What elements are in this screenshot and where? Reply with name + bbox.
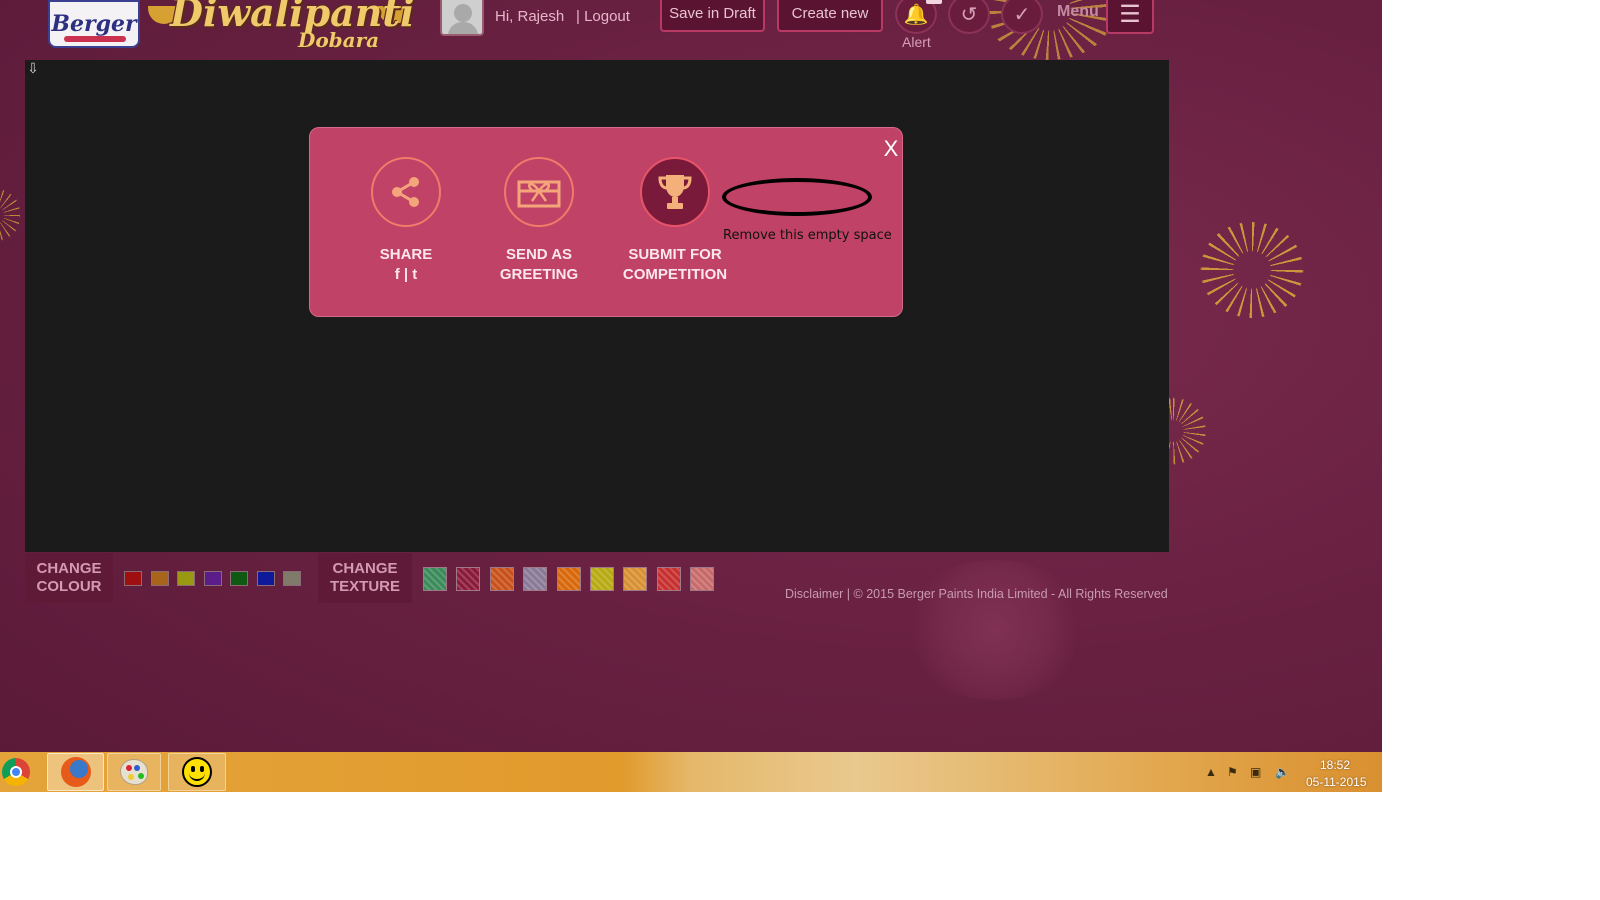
close-dialog-button[interactable]: X xyxy=(881,136,901,161)
submit-label-2: COMPETITION xyxy=(622,266,728,283)
texture-swatch[interactable] xyxy=(523,567,548,591)
logout-link[interactable]: | Logout xyxy=(576,8,630,25)
annotation-note: Remove this empty space xyxy=(723,228,892,243)
footer-disclaimer[interactable]: Disclaimer | © 2015 Berger Paints India … xyxy=(785,587,1168,601)
alert-button[interactable]: 🔔 xyxy=(895,0,937,34)
texture-swatch[interactable] xyxy=(456,567,481,591)
alert-badge xyxy=(926,0,942,4)
texture-swatch[interactable] xyxy=(556,567,581,591)
texture-swatch[interactable] xyxy=(489,567,514,591)
texture-swatch[interactable] xyxy=(423,567,447,591)
undo-icon: ↺ xyxy=(960,3,978,26)
berger-logo-text: Berger xyxy=(51,11,137,37)
check-icon: ✓ xyxy=(1013,3,1031,26)
network-icon[interactable]: ▣ xyxy=(1250,765,1261,779)
clock-time[interactable]: 18:52 xyxy=(1320,758,1350,772)
save-draft-button[interactable]: Save in Draft xyxy=(660,0,765,32)
user-greeting: Hi, Rajesh xyxy=(495,8,565,25)
colour-swatch[interactable] xyxy=(283,571,301,586)
change-colour-label-line1: CHANGE xyxy=(36,560,102,577)
user-avatar-icon[interactable] xyxy=(440,0,484,36)
taskbar-paint[interactable] xyxy=(107,753,161,791)
volume-icon[interactable]: 🔈 xyxy=(1275,765,1290,779)
hamburger-icon: ☰ xyxy=(1119,0,1141,28)
gift-icon xyxy=(504,157,574,227)
trophy-icon xyxy=(640,157,710,227)
texture-swatch[interactable] xyxy=(656,567,681,591)
change-colour-label-line2: COLOUR xyxy=(36,578,102,595)
paint-icon xyxy=(120,759,148,785)
change-texture-label-line2: TEXTURE xyxy=(329,578,400,595)
share-label: SHARE xyxy=(379,246,433,263)
change-texture-label: CHANGE TEXTURE xyxy=(318,553,412,603)
download-icon[interactable]: ⇩ xyxy=(26,60,40,78)
brand-subtitle: Dobara xyxy=(298,28,380,52)
clock-date[interactable]: 05-11-2015 xyxy=(1306,775,1367,789)
texture-swatch[interactable] xyxy=(590,567,614,591)
app-window: Berger Diwalipanti Dobara Hi, Rajesh | L… xyxy=(0,0,1382,792)
chrome-icon xyxy=(2,758,30,786)
smiley-icon xyxy=(182,757,212,787)
annotation-ellipse xyxy=(722,178,872,216)
colour-swatch[interactable] xyxy=(177,571,195,586)
taskbar-firefox[interactable] xyxy=(47,753,104,791)
submit-label-1: SUBMIT FOR xyxy=(628,246,722,263)
change-colour-label: CHANGE COLOUR xyxy=(25,553,113,603)
menu-label: Menu xyxy=(1057,3,1099,20)
taskbar-chrome[interactable] xyxy=(0,753,32,791)
colour-swatch[interactable] xyxy=(124,571,142,586)
submit-competition-action[interactable]: SUBMIT FOR COMPETITION xyxy=(611,157,739,285)
create-new-button[interactable]: Create new xyxy=(777,0,883,32)
send-greeting-label-2: GREETING xyxy=(499,266,579,283)
texture-swatch[interactable] xyxy=(623,567,648,591)
flower-decoration xyxy=(900,560,1090,700)
firework-decoration xyxy=(1200,222,1304,318)
tray-expand-icon[interactable]: ▲ xyxy=(1205,765,1217,779)
undo-button[interactable]: ↺ xyxy=(948,0,990,34)
colour-swatch[interactable] xyxy=(150,571,169,586)
texture-swatch[interactable] xyxy=(690,567,715,591)
bell-icon: 🔔 xyxy=(903,3,929,26)
taskbar-smiley[interactable] xyxy=(168,753,226,791)
logo-tagline-bar xyxy=(64,36,126,42)
send-greeting-label-1: SEND AS xyxy=(505,246,573,263)
change-texture-label-line1: CHANGE xyxy=(332,560,398,577)
share-icon xyxy=(371,157,441,227)
share-action[interactable]: SHARE f | t xyxy=(356,157,456,285)
share-networks-label: f | t xyxy=(394,266,418,283)
send-greeting-action[interactable]: SEND AS GREETING xyxy=(489,157,589,285)
colour-swatch[interactable] xyxy=(256,571,275,586)
action-center-flag-icon[interactable]: ⚑ xyxy=(1227,765,1238,779)
firefox-icon xyxy=(60,757,91,787)
colour-swatch[interactable] xyxy=(203,571,222,586)
colour-swatch[interactable] xyxy=(230,571,248,586)
firework-decoration xyxy=(0,180,20,250)
alert-label: Alert xyxy=(902,34,931,50)
menu-button[interactable]: ☰ xyxy=(1106,0,1154,34)
